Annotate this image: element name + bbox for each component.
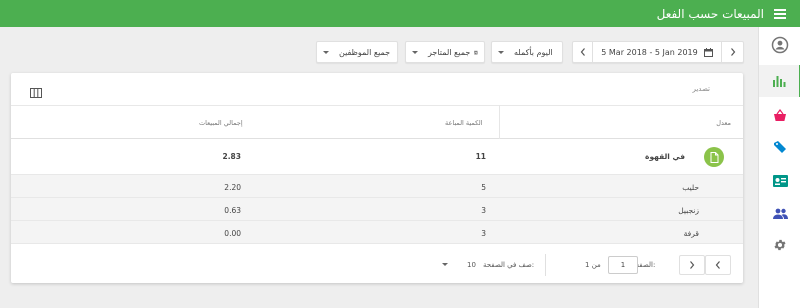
rows-per-page-label: صف في الصفحة:: [483, 261, 535, 269]
columns-toggle-button[interactable]: [30, 83, 42, 102]
export-button[interactable]: تصدير: [692, 85, 710, 93]
rail-items[interactable]: [759, 131, 800, 163]
app-bar: المبيعات حسب الفعل: [0, 0, 800, 27]
row-quantity: 3: [481, 229, 486, 238]
chevron-down-icon[interactable]: [442, 263, 448, 266]
store-icon: [474, 50, 478, 54]
pager-divider: [545, 254, 546, 276]
time-filter[interactable]: اليوم بأكمله: [491, 41, 563, 63]
chevron-right-icon: [690, 261, 695, 269]
date-range-filter: 5 Mar 2018 - 5 Jan 2019: [572, 41, 744, 63]
rail-customers[interactable]: [759, 197, 800, 229]
employees-filter-label: جميع الموظفين: [339, 47, 391, 57]
page-title: المبيعات حسب الفعل: [656, 6, 764, 21]
header-item[interactable]: معدل: [716, 119, 731, 127]
account-circle-icon: [771, 36, 789, 54]
table-row[interactable]: قرفة 3 0.00: [11, 221, 743, 244]
next-period-button[interactable]: [721, 42, 743, 62]
chevron-left-icon: [715, 261, 720, 269]
table-header: معدل الكمية المباعة إجمالي المبيعات: [11, 105, 743, 139]
nav-rail: [758, 27, 800, 308]
header-quantity[interactable]: الكمية المباعة: [445, 119, 483, 127]
stores-filter[interactable]: جميع المتاجر: [405, 41, 485, 63]
gear-icon: [774, 239, 786, 251]
report-card: تصدير معدل الكمية المباعة إجمالي المبيعا…: [11, 73, 743, 283]
rows-per-page-value[interactable]: 10: [467, 261, 476, 269]
row-total: 0.00: [224, 229, 241, 238]
badge-icon: [772, 175, 788, 187]
next-page-button[interactable]: [679, 255, 705, 275]
category-name: في القهوة: [645, 152, 685, 161]
chevron-down-icon: [412, 50, 418, 54]
people-icon: [772, 208, 788, 219]
category-row[interactable]: في القهوة 11 2.83: [11, 139, 743, 175]
chevron-down-icon: [323, 50, 329, 54]
prev-page-button[interactable]: [705, 255, 731, 275]
column-divider: [499, 105, 500, 139]
table-row[interactable]: حليب 5 2.20: [11, 175, 743, 198]
chevron-right-icon: [730, 48, 735, 56]
date-range-picker[interactable]: 5 Mar 2018 - 5 Jan 2019: [593, 47, 721, 57]
category-total: 2.83: [222, 152, 241, 161]
rail-sales[interactable]: [759, 99, 800, 131]
row-total: 2.20: [224, 183, 241, 192]
date-range-value: 5 Mar 2018 - 5 Jan 2019: [601, 47, 698, 57]
row-name: زنجبيل: [678, 206, 699, 215]
rail-employees[interactable]: [759, 165, 800, 197]
row-name: قرفة: [683, 229, 699, 238]
chevron-left-icon: [580, 48, 585, 56]
calendar-icon: [703, 47, 713, 57]
pagination: الصفحة: من 1 صف في الصفحة: 10: [11, 249, 743, 283]
bar-chart-icon: [773, 76, 786, 87]
rail-reports[interactable]: [759, 65, 800, 97]
row-name: حليب: [682, 183, 699, 192]
row-total: 0.63: [224, 206, 241, 215]
card-header: تصدير: [11, 73, 743, 105]
tag-list-icon: [774, 141, 786, 153]
category-avatar: [704, 147, 724, 167]
document-icon: [710, 151, 718, 163]
row-quantity: 3: [481, 206, 486, 215]
basket-icon: [774, 108, 786, 121]
row-quantity: 5: [481, 183, 486, 192]
employees-filter[interactable]: جميع الموظفين: [316, 41, 398, 63]
table-row[interactable]: زنجبيل 3 0.63: [11, 198, 743, 221]
rail-account[interactable]: [759, 29, 800, 61]
menu-icon[interactable]: [774, 8, 786, 19]
page-number-input[interactable]: [608, 256, 638, 274]
category-quantity: 11: [475, 152, 486, 161]
stores-filter-label: جميع المتاجر: [428, 47, 471, 57]
rail-settings[interactable]: [759, 229, 800, 261]
prev-period-button[interactable]: [573, 42, 593, 62]
chevron-down-icon: [498, 50, 504, 54]
header-total[interactable]: إجمالي المبيعات: [199, 119, 243, 127]
time-filter-label: اليوم بأكمله: [514, 47, 553, 57]
view-columns-icon: [30, 88, 42, 98]
page-of-total: من 1: [585, 261, 601, 269]
